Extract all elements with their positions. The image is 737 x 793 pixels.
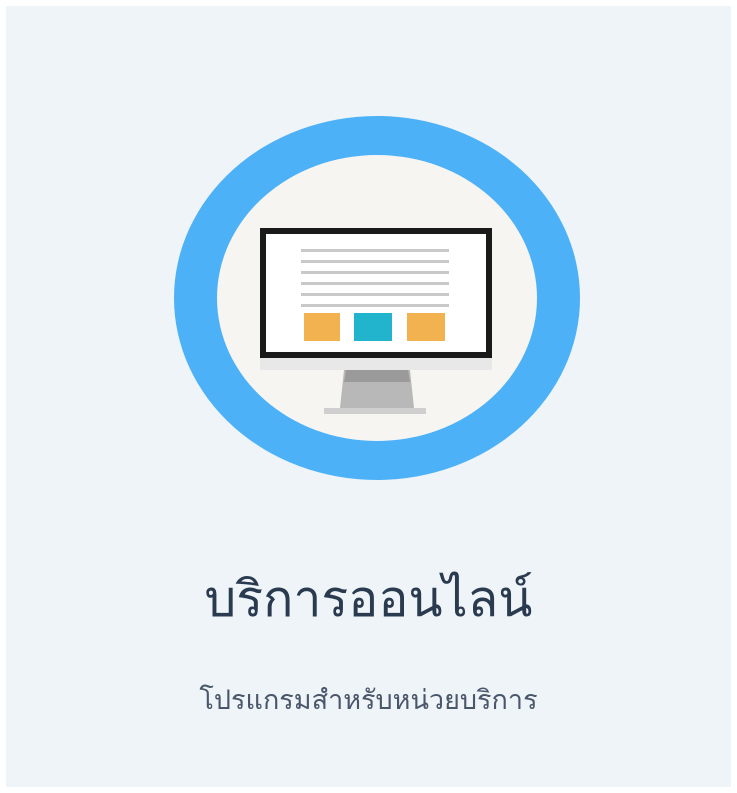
card-title: บริการออนไลน์: [204, 570, 533, 628]
online-service-card[interactable]: บริการออนไลน์ โปรแกรมสำหรับหน่วยบริการ: [6, 6, 731, 787]
card-subtitle: โปรแกรมสำหรับหน่วยบริการ: [199, 685, 538, 716]
online-service-emblem: [174, 116, 580, 480]
